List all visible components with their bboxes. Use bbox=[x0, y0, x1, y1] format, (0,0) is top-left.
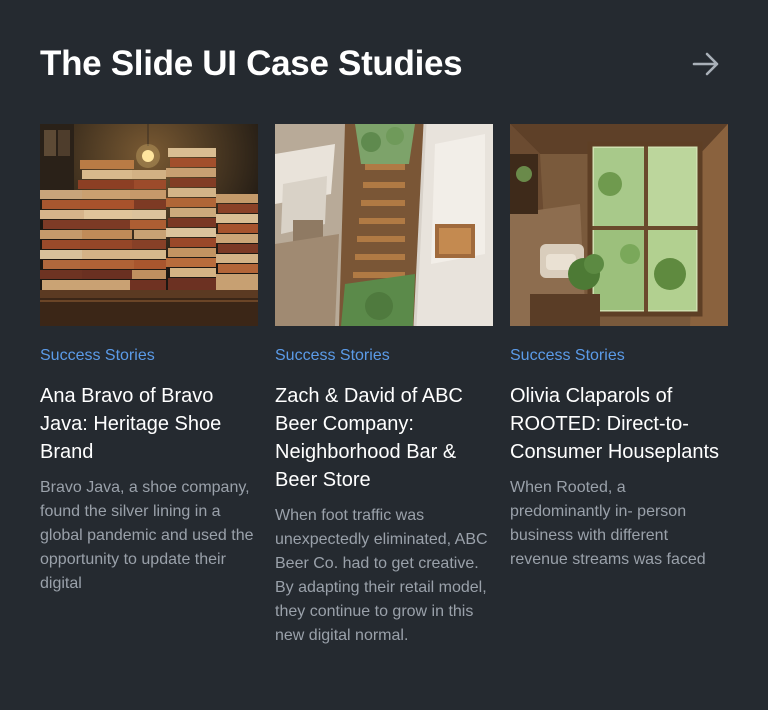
case-studies-section: The Slide UI Case Studies Success Storie… bbox=[0, 0, 768, 710]
section-title: The Slide UI Case Studies bbox=[40, 44, 463, 83]
card-category[interactable]: Success Stories bbox=[40, 346, 258, 366]
card-excerpt: When Rooted, a predominantly in- person … bbox=[510, 479, 706, 568]
card-category[interactable]: Success Stories bbox=[275, 346, 493, 366]
card-title[interactable]: Ana Bravo of Bravo Java: Heritage Shoe B… bbox=[40, 382, 258, 466]
card-excerpt: When foot traffic was unexpectedly elimi… bbox=[275, 507, 488, 644]
interior-stairs-image[interactable] bbox=[275, 124, 493, 326]
living-room-plants-image[interactable] bbox=[510, 124, 728, 326]
books-stack-image[interactable] bbox=[40, 124, 258, 326]
card-title[interactable]: Zach & David of ABC Beer Company: Neighb… bbox=[275, 382, 493, 494]
next-arrow-button[interactable] bbox=[688, 46, 724, 82]
case-study-card[interactable]: Success Stories Zach & David of ABC Beer… bbox=[275, 124, 493, 648]
card-excerpt: Bravo Java, a shoe company, found the si… bbox=[40, 479, 254, 592]
arrow-right-icon bbox=[692, 52, 719, 76]
card-list: Success Stories Ana Bravo of Bravo Java:… bbox=[40, 124, 728, 648]
section-header: The Slide UI Case Studies bbox=[40, 40, 728, 88]
card-title[interactable]: Olivia Claparols of ROOTED: Direct-to-Co… bbox=[510, 382, 728, 466]
card-category[interactable]: Success Stories bbox=[510, 346, 728, 366]
case-study-card[interactable]: Success Stories Ana Bravo of Bravo Java:… bbox=[40, 124, 258, 648]
case-study-card[interactable]: Success Stories Olivia Claparols of ROOT… bbox=[510, 124, 728, 648]
